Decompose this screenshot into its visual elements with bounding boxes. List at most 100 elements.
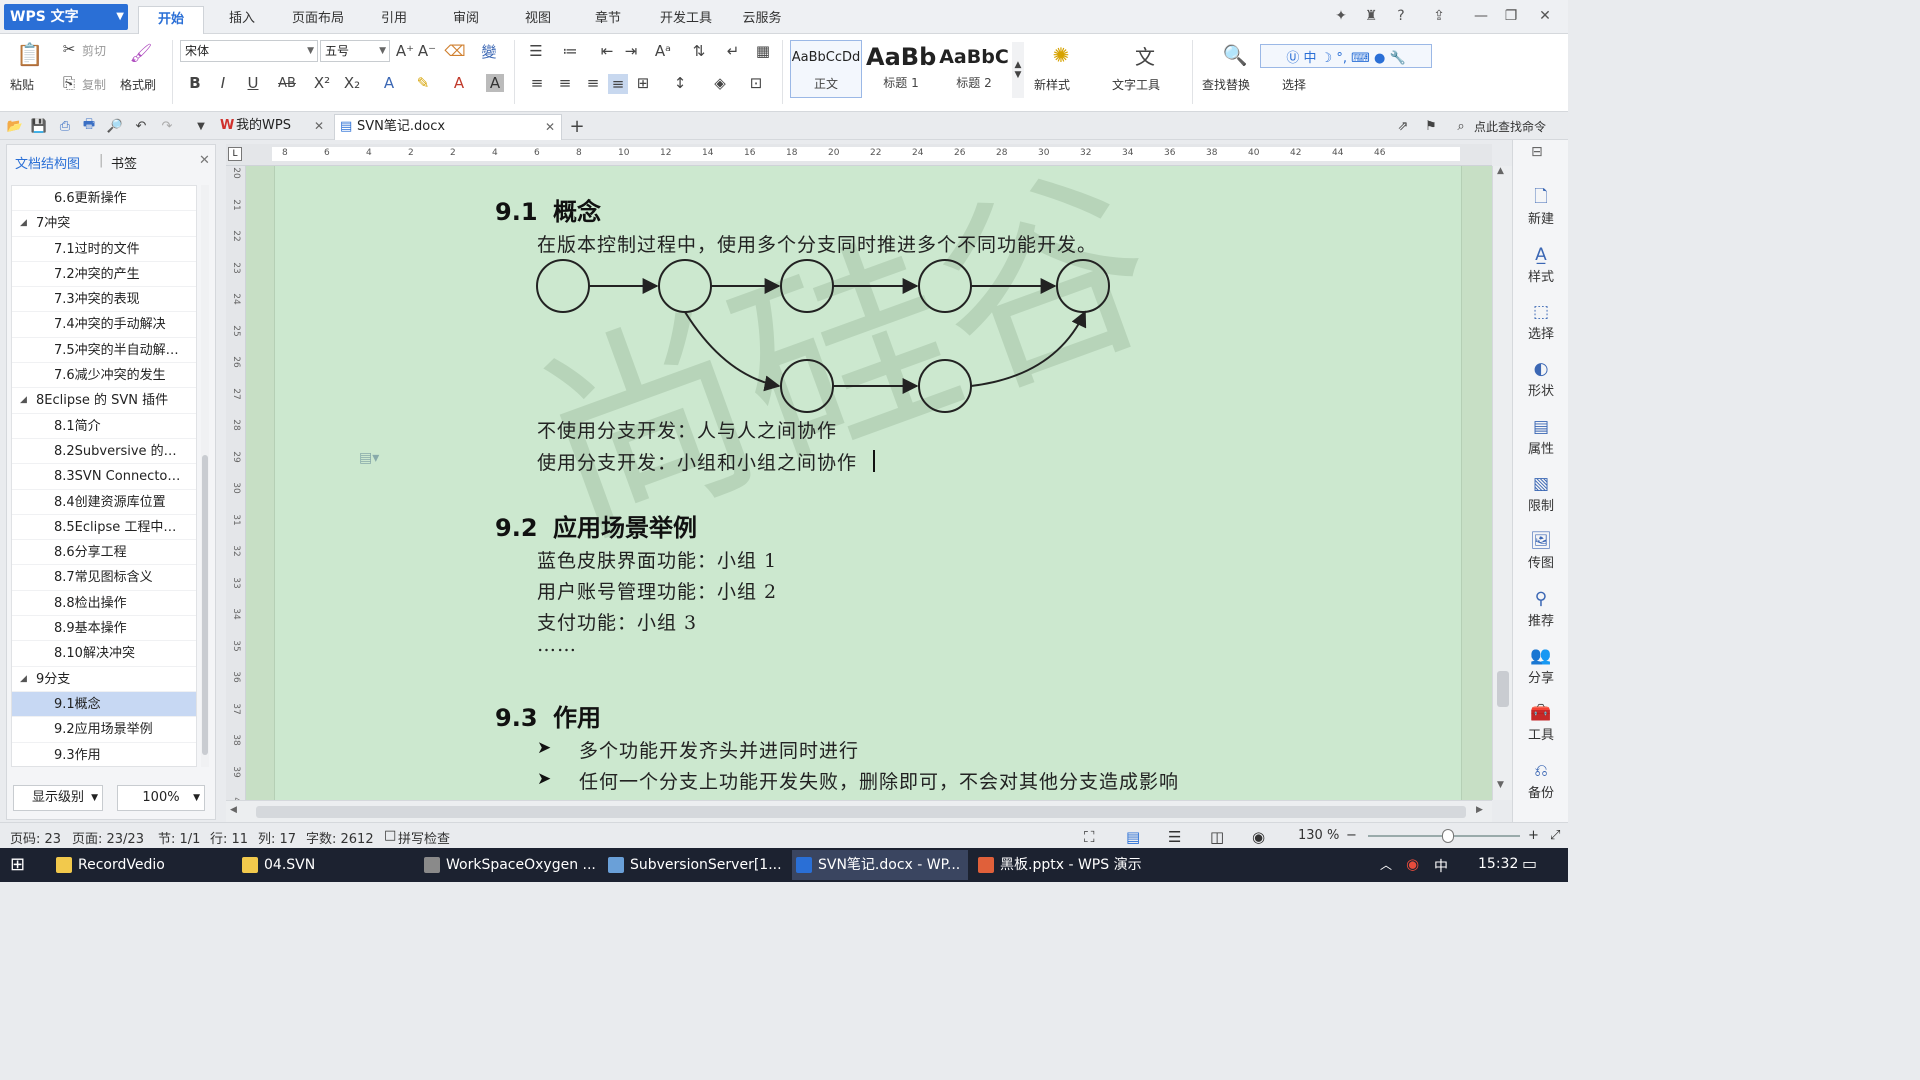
- sidebar-properties[interactable]: ▤ 属性: [1513, 412, 1569, 468]
- cut-button[interactable]: 剪切: [82, 42, 106, 59]
- outline-chapter-item[interactable]: ◢ 7冲突: [12, 211, 196, 237]
- restore-icon[interactable]: ❐: [1496, 4, 1526, 28]
- align-center-icon[interactable]: ≡: [556, 74, 574, 92]
- superscript-icon[interactable]: X²: [312, 74, 332, 92]
- zoom-level[interactable]: 130 %: [1298, 828, 1339, 843]
- underline-icon[interactable]: U: [242, 74, 264, 92]
- taskbar-app[interactable]: SVN笔记.docx - WP...: [792, 850, 968, 880]
- page-view-icon[interactable]: ▤: [1126, 828, 1140, 846]
- paste-options-icon[interactable]: ▤▾: [359, 450, 379, 466]
- collapse-triangle-icon[interactable]: ◢: [20, 667, 27, 691]
- eye-care-icon[interactable]: ◉: [1252, 828, 1265, 846]
- table-icon[interactable]: ▦: [754, 42, 772, 60]
- scroll-thumb[interactable]: [202, 455, 208, 755]
- collapse-panel-icon[interactable]: ⊟: [1531, 144, 1543, 160]
- horizontal-scrollbar[interactable]: ◀ ▶: [226, 800, 1492, 822]
- undo-icon[interactable]: ↶: [132, 117, 150, 135]
- outline-section-item[interactable]: 7.1过时的文件: [12, 237, 196, 262]
- text-tools-button[interactable]: 文字工具: [1112, 76, 1160, 93]
- menu-tab-home[interactable]: 开始: [138, 6, 204, 34]
- scroll-down-icon[interactable]: ▼: [1497, 780, 1504, 790]
- notification-icon[interactable]: ▭: [1522, 854, 1537, 873]
- command-search[interactable]: 点此查找命令: [1474, 118, 1546, 135]
- find-replace-button[interactable]: 查找替换: [1202, 76, 1250, 93]
- show-marks-icon[interactable]: ↵: [722, 42, 744, 60]
- char-shading-icon[interactable]: A: [486, 74, 504, 92]
- outline-section-item[interactable]: 9.3作用: [12, 743, 196, 766]
- tray-app-icon[interactable]: ◉: [1406, 855, 1419, 873]
- outline-section-item[interactable]: 7.4冲突的手动解决: [12, 312, 196, 338]
- clock[interactable]: 15:32: [1478, 856, 1518, 872]
- outline-chapter-item[interactable]: ◢ 8Eclipse 的 SVN 插件: [12, 388, 196, 414]
- outline-section-item[interactable]: 8.3SVN Connecto…: [12, 464, 196, 490]
- new-style-button[interactable]: 新样式: [1034, 76, 1070, 93]
- close-icon[interactable]: ✕: [314, 114, 324, 138]
- sidebar-shapes[interactable]: ◐ 形状: [1513, 354, 1569, 410]
- justify-icon[interactable]: ≡: [608, 74, 628, 94]
- outline-view-icon[interactable]: ☰: [1168, 828, 1181, 846]
- outline-section-item[interactable]: 8.1简介: [12, 414, 196, 439]
- nav-tab-bookmarks[interactable]: 书签: [111, 153, 137, 172]
- chevron-up-icon[interactable]: ︿: [1380, 856, 1392, 873]
- outline-section-item[interactable]: 8.4创建资源库位置: [12, 490, 196, 515]
- phonetic-icon[interactable]: 變: [476, 42, 502, 61]
- nav-tab-outline[interactable]: 文档结构图: [15, 153, 80, 172]
- menu-tab-insert[interactable]: 插入: [212, 6, 272, 34]
- outline-chapter-item[interactable]: ◢ 9分支: [12, 667, 196, 692]
- outline-section-item[interactable]: 7.6减少冲突的发生: [12, 363, 196, 389]
- bullets-icon[interactable]: ☰: [524, 42, 548, 60]
- upload-icon[interactable]: ⇪: [1424, 4, 1454, 28]
- menu-tab-cloud[interactable]: 云服务: [730, 6, 794, 34]
- style-heading-1[interactable]: AaBb 标题 1: [866, 40, 936, 98]
- taskbar-app[interactable]: 黑板.pptx - WPS 演示: [974, 850, 1150, 880]
- outline-section-item[interactable]: 7.2冲突的产生: [12, 262, 196, 288]
- outline-section-item[interactable]: 8.2Subversive 的…: [12, 439, 196, 465]
- menu-tab-page-layout[interactable]: 页面布局: [280, 6, 356, 34]
- full-screen-icon[interactable]: ⛶: [1084, 828, 1095, 846]
- zoom-slider-thumb[interactable]: [1442, 829, 1454, 843]
- save-icon[interactable]: 💾: [30, 117, 48, 135]
- menu-tab-chapter[interactable]: 章节: [578, 6, 638, 34]
- redo-icon[interactable]: ↷: [158, 117, 176, 135]
- outline-section-item[interactable]: 9.1概念: [12, 691, 196, 718]
- collapse-triangle-icon[interactable]: ◢: [20, 211, 27, 235]
- minimize-icon[interactable]: —: [1466, 4, 1496, 28]
- shading-icon[interactable]: ◈: [708, 74, 732, 92]
- help-icon[interactable]: ?: [1386, 4, 1416, 28]
- outline-section-item[interactable]: 7.3冲突的表现: [12, 287, 196, 313]
- border-icon[interactable]: ⊡: [744, 74, 768, 92]
- tab-stop-icon[interactable]: L: [228, 147, 242, 161]
- format-painter-button[interactable]: 格式刷: [120, 76, 156, 93]
- select-button[interactable]: 选择: [1282, 76, 1306, 93]
- font-name-select[interactable]: 宋体 ▼: [180, 40, 318, 62]
- grow-font-icon[interactable]: A⁺: [396, 42, 414, 60]
- vertical-scrollbar[interactable]: ▲ ▼: [1492, 166, 1512, 800]
- chevron-down-icon[interactable]: ▼: [192, 117, 210, 135]
- share-icon[interactable]: ⇗: [1394, 117, 1412, 135]
- scroll-thumb[interactable]: [256, 806, 1466, 818]
- sidebar-share[interactable]: 👥 分享: [1513, 641, 1569, 697]
- italic-icon[interactable]: I: [214, 74, 232, 92]
- close-icon[interactable]: ✕: [545, 115, 555, 139]
- outline-section-item[interactable]: 9.2应用场景举例: [12, 717, 196, 743]
- numbering-icon[interactable]: ≔: [558, 42, 582, 60]
- status-word-count[interactable]: 字数: 2612: [306, 828, 374, 847]
- menu-tab-review[interactable]: 审阅: [436, 6, 496, 34]
- open-icon[interactable]: 📂: [6, 117, 24, 135]
- ime-toolbar[interactable]: Ⓤ 中 ☽ °, ⌨ ● 🔧: [1260, 44, 1432, 68]
- zoom-out-icon[interactable]: −: [1346, 828, 1357, 843]
- app-menu-button[interactable]: WPS 文字 ▼: [4, 4, 128, 30]
- outline-section-item[interactable]: 8.6分享工程: [12, 540, 196, 566]
- distribute-icon[interactable]: ⊞: [634, 74, 652, 92]
- menu-tab-view[interactable]: 视图: [508, 6, 568, 34]
- vertical-ruler[interactable]: 20 21 22 23 24 25 26 27 28 29 30 31 32 33 34 35 36 37 38 39…: [226, 166, 246, 809]
- ime-indicator[interactable]: 中: [1434, 856, 1448, 876]
- menu-tab-references[interactable]: 引用: [364, 6, 424, 34]
- strikethrough-icon[interactable]: AB: [274, 74, 300, 92]
- shirt-icon[interactable]: ♜: [1356, 4, 1386, 28]
- outline-section-item[interactable]: 8.7常见图标含义: [12, 565, 196, 591]
- scroll-left-icon[interactable]: ◀: [230, 805, 237, 815]
- display-level-select[interactable]: 显示级别 ▼: [13, 785, 103, 811]
- scroll-right-icon[interactable]: ▶: [1476, 805, 1483, 815]
- outline-section-item[interactable]: 7.5冲突的半自动解…: [12, 338, 196, 364]
